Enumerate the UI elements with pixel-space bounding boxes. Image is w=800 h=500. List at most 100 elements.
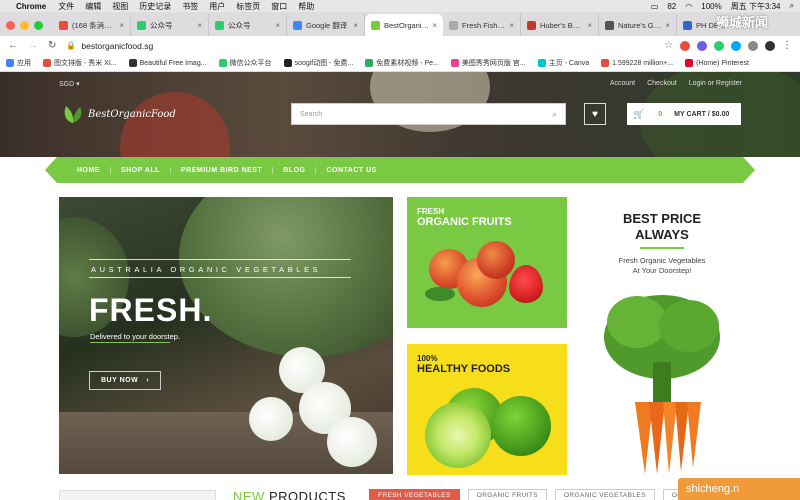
tab-favicon-icon bbox=[293, 20, 302, 30]
bookmark-item[interactable]: 应用 bbox=[6, 58, 31, 68]
bookmark-favicon-icon bbox=[365, 59, 374, 67]
site-logo[interactable]: BestOrganicFood bbox=[62, 104, 176, 124]
search-input[interactable]: Search ⌕ bbox=[291, 103, 566, 125]
product-tabs: FRESH VEGETABLES ORGANIC FRUITS ORGANIC … bbox=[369, 489, 714, 500]
extension-icon[interactable] bbox=[697, 40, 707, 51]
account-links: Account Checkout Login or Register bbox=[610, 80, 742, 87]
extension-icon[interactable] bbox=[680, 40, 690, 51]
nav-blog[interactable]: BLOG bbox=[273, 166, 317, 174]
menu-help[interactable]: 帮助 bbox=[298, 1, 314, 12]
nav-shop-all[interactable]: SHOP ALL bbox=[111, 166, 172, 174]
menubar-clock[interactable]: 周五 下午3:34 bbox=[731, 1, 781, 12]
close-icon[interactable]: × bbox=[353, 21, 358, 30]
menu-people[interactable]: 用户 bbox=[209, 1, 225, 12]
close-icon[interactable]: × bbox=[665, 21, 670, 30]
bookmark-item[interactable]: 微信公众平台 bbox=[218, 58, 272, 68]
nav-premium-bird-nest[interactable]: PREMIUM BIRD NEST bbox=[171, 166, 274, 174]
strawberry-image bbox=[509, 265, 543, 303]
close-icon[interactable]: × bbox=[587, 21, 592, 30]
extension-icon[interactable] bbox=[748, 40, 758, 51]
bookmark-star-icon[interactable]: ☆ bbox=[664, 40, 673, 51]
bookmark-favicon-icon bbox=[218, 59, 227, 67]
tab-fresh-vegetables[interactable]: FRESH VEGETABLES bbox=[369, 489, 460, 500]
banner-rule bbox=[89, 277, 351, 278]
menu-view[interactable]: 视图 bbox=[112, 1, 128, 12]
organic-fruits-panel[interactable]: FRESH ORGANIC FRUITS bbox=[407, 197, 567, 328]
account-link[interactable]: Account bbox=[610, 80, 635, 87]
browser-tab[interactable]: Google 翻译 × bbox=[287, 14, 365, 36]
menu-edit[interactable]: 编辑 bbox=[85, 1, 101, 12]
close-icon[interactable]: × bbox=[275, 21, 280, 30]
wishlist-button[interactable]: ♥ bbox=[584, 103, 606, 125]
browser-tab[interactable]: 公众号 × bbox=[209, 14, 287, 36]
browser-tab[interactable]: Huber's Butch...× bbox=[521, 14, 599, 36]
menu-file[interactable]: 文件 bbox=[58, 1, 74, 12]
tab-organic-vegetables[interactable]: ORGANIC VEGETABLES bbox=[554, 489, 655, 500]
app-menu-chrome[interactable]: Chrome bbox=[16, 2, 46, 11]
bookmark-item[interactable]: (Home) Pinterest bbox=[685, 59, 749, 67]
healthy-foods-panel[interactable]: 100% HEALTHY FOODS bbox=[407, 344, 567, 475]
best-price-sub2: At Your Doorstep! bbox=[632, 266, 692, 275]
bookmark-item[interactable]: 免费素材视频 - Pe... bbox=[365, 58, 439, 68]
forward-icon[interactable]: → bbox=[28, 40, 38, 51]
tab-favicon-icon bbox=[449, 20, 458, 30]
banner-photo-onion bbox=[327, 417, 377, 467]
cart-button[interactable]: 🛒 0 MY CART / $0.00 bbox=[627, 103, 741, 125]
bookmark-item[interactable]: 主页 - Canva bbox=[537, 58, 589, 68]
search-icon[interactable]: ⌕ bbox=[790, 1, 794, 11]
address-bar[interactable]: 🔒 bestorganicfood.sg bbox=[66, 38, 654, 53]
login-register-link[interactable]: Login or Register bbox=[689, 80, 742, 87]
wifi-icon[interactable]: ◠ bbox=[685, 2, 692, 11]
back-icon[interactable]: ← bbox=[8, 40, 18, 51]
close-icon[interactable]: × bbox=[197, 21, 202, 30]
bookmark-item[interactable]: Beautiful Free Imag... bbox=[128, 59, 207, 67]
window-controls bbox=[6, 14, 43, 36]
menu-tab[interactable]: 标签页 bbox=[236, 1, 260, 12]
best-price-panel[interactable]: BEST PRICE ALWAYS Fresh Organic Vegetabl… bbox=[582, 197, 742, 474]
battery-icon[interactable]: ▭ bbox=[651, 2, 659, 11]
fruits-title: ORGANIC FRUITS bbox=[417, 216, 512, 228]
os-menubar: Chrome 文件 编辑 视图 历史记录 书签 用户 标签页 窗口 帮助 ▭ 8… bbox=[0, 0, 800, 12]
browser-tab[interactable]: Nature's Glory...× bbox=[599, 14, 677, 36]
more-menu-icon[interactable]: ⋮ bbox=[782, 40, 792, 51]
menu-history[interactable]: 历史记录 bbox=[139, 1, 171, 12]
tab-organic-fruits[interactable]: ORGANIC FRUITS bbox=[467, 489, 547, 500]
battery-level: 82 bbox=[667, 1, 677, 11]
lime-half-image bbox=[425, 402, 491, 468]
hero-banner[interactable]: AUSTRALIA ORGANIC VEGETABLES FRESH. Deli… bbox=[59, 197, 393, 474]
currency-selector[interactable]: SGD ▾ bbox=[59, 80, 80, 88]
close-icon[interactable]: × bbox=[119, 21, 124, 30]
bookmark-item[interactable]: 美图秀秀网页版 官... bbox=[450, 58, 526, 68]
bookmark-item[interactable]: 图文排版 - 秀米 XI... bbox=[43, 58, 117, 68]
browser-tab-active[interactable]: BestOrganicFo...× bbox=[365, 14, 443, 36]
buy-now-button[interactable]: BUY NOW › bbox=[89, 371, 161, 390]
healthy-kicker: 100% bbox=[417, 354, 438, 363]
product-thumbnail[interactable] bbox=[59, 490, 216, 500]
cart-icon: 🛒 bbox=[633, 108, 645, 119]
apps-icon bbox=[6, 59, 14, 67]
nav-home[interactable]: HOME bbox=[67, 166, 111, 174]
browser-tab[interactable]: Fresh Fish Sli...× bbox=[443, 14, 521, 36]
minimize-window-button[interactable] bbox=[20, 20, 29, 30]
reload-icon[interactable]: ↻ bbox=[48, 40, 56, 51]
close-icon[interactable]: × bbox=[432, 21, 437, 30]
browser-tab[interactable]: (168 条消息) ...× bbox=[53, 14, 131, 36]
avatar[interactable] bbox=[765, 40, 775, 51]
zoom-window-button[interactable] bbox=[34, 20, 43, 30]
close-icon[interactable]: × bbox=[509, 21, 514, 30]
healthy-title: HEALTHY FOODS bbox=[417, 363, 511, 375]
browser-tab[interactable]: 公众号 × bbox=[131, 14, 209, 36]
leaf-image bbox=[425, 287, 455, 301]
lock-icon[interactable]: 🔒 bbox=[66, 41, 76, 50]
nav-contact-us[interactable]: CONTACT US bbox=[316, 167, 386, 174]
menu-window[interactable]: 窗口 bbox=[271, 1, 287, 12]
close-window-button[interactable] bbox=[6, 20, 15, 30]
bookmark-item[interactable]: soogif动图 - 免费... bbox=[283, 58, 353, 68]
bookmark-item[interactable]: 1.599228 million+... bbox=[601, 59, 673, 67]
extension-icon[interactable] bbox=[731, 40, 741, 51]
menu-bookmarks[interactable]: 书签 bbox=[182, 1, 198, 12]
search-icon[interactable]: ⌕ bbox=[552, 109, 557, 120]
checkout-link[interactable]: Checkout bbox=[647, 80, 677, 87]
bookmark-favicon-icon bbox=[128, 59, 137, 67]
extension-icon[interactable] bbox=[714, 40, 724, 51]
